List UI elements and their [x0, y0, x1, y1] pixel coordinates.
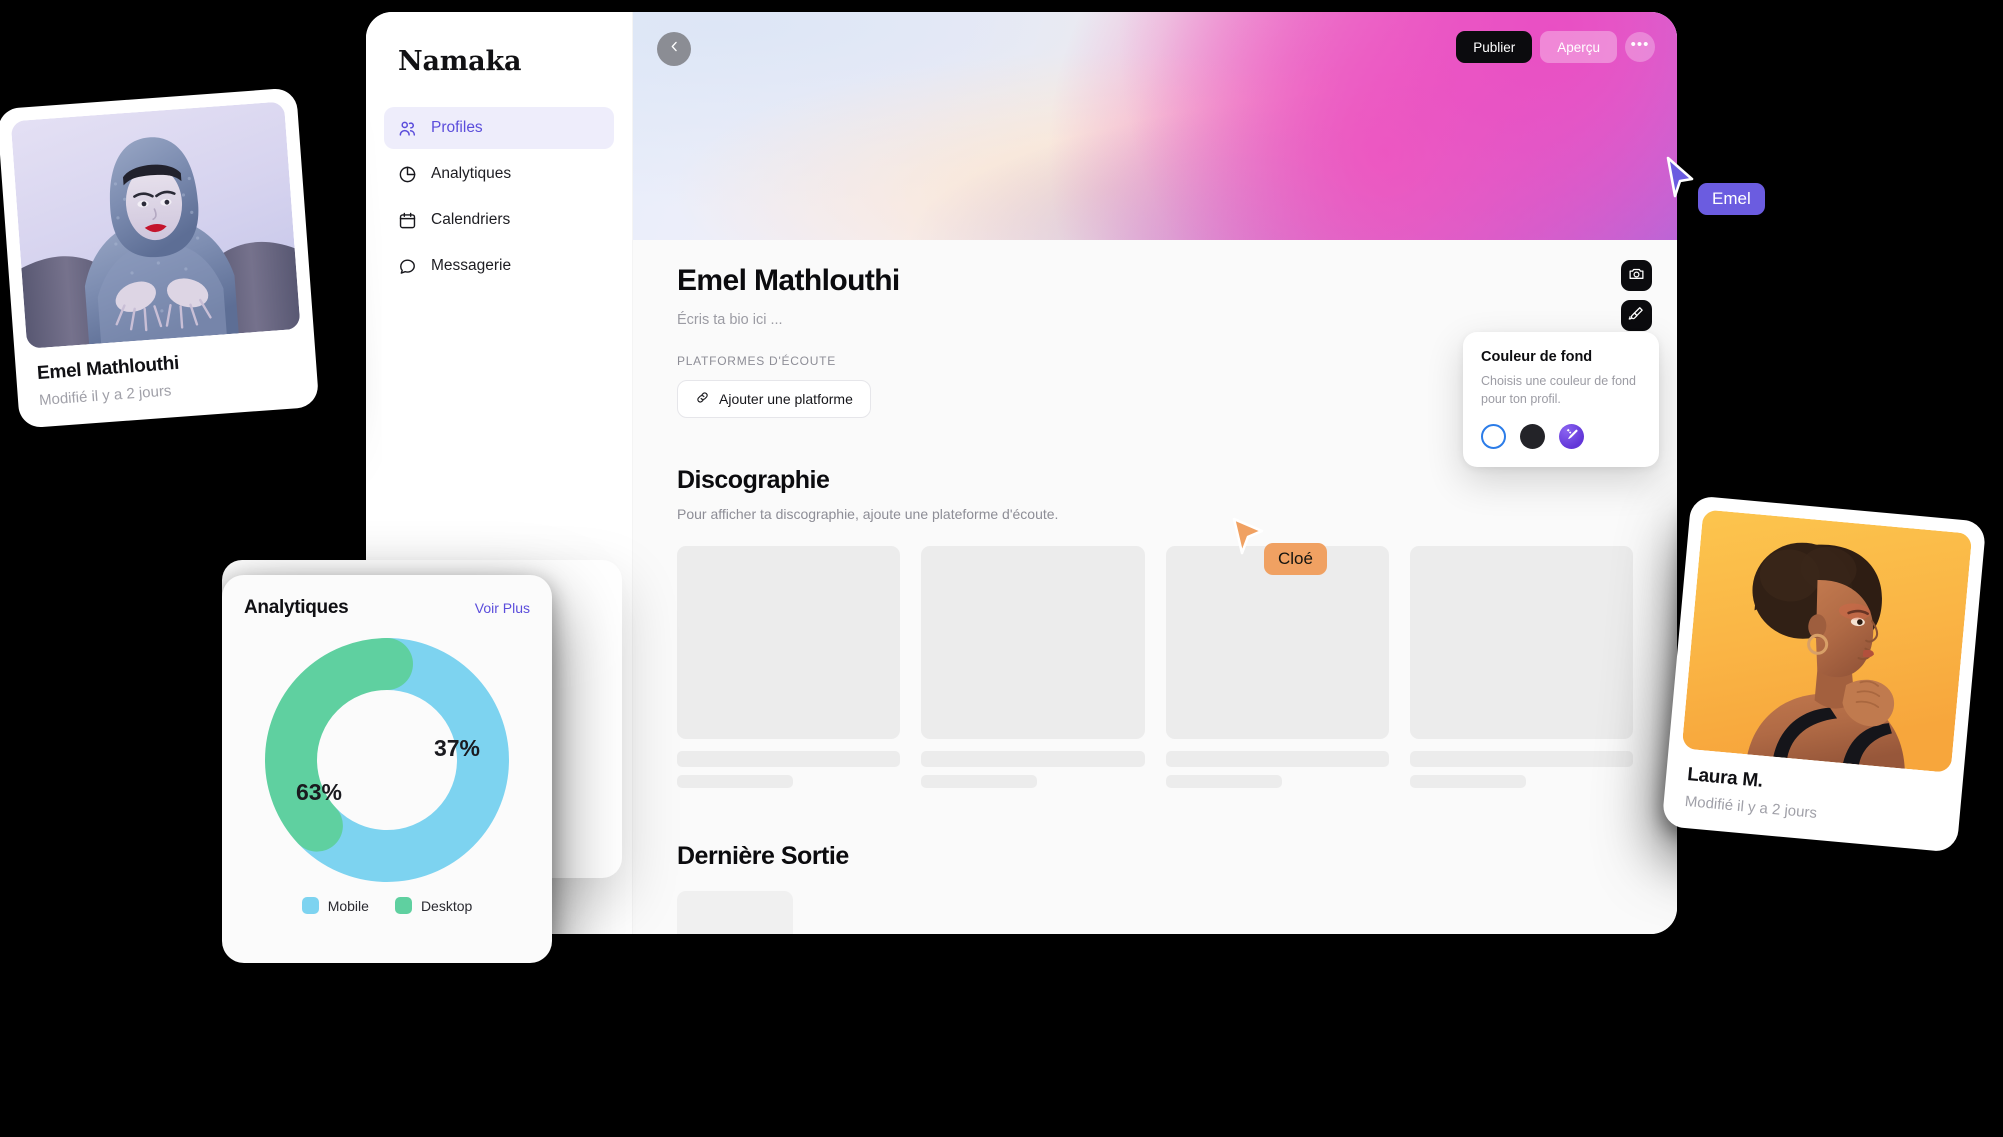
collaborator-cursor-cloe: Cloé: [1232, 517, 1327, 575]
users-icon: [398, 119, 417, 138]
latest-release-section: Dernière Sortie: [677, 842, 1633, 934]
donut-label-mobile: 63%: [296, 779, 342, 805]
donut-chart: 37% 63%: [244, 625, 530, 895]
sidebar-item-label: Profiles: [431, 119, 483, 136]
collaborator-cursor-emel: Emel: [1662, 156, 1765, 215]
album-art-skeleton: [921, 546, 1145, 739]
album-title-skeleton: [921, 751, 1145, 767]
pie-chart-icon: [398, 165, 417, 184]
legend-label: Mobile: [327, 897, 369, 914]
legend-item-desktop: Desktop: [394, 897, 473, 914]
album-placeholder-card: [1409, 546, 1633, 788]
preview-button[interactable]: Aperçu: [1540, 31, 1617, 63]
profile-card-photo: [1681, 509, 1973, 773]
change-background-color-button[interactable]: [1621, 300, 1652, 331]
album-placeholder-card: [677, 546, 901, 788]
magic-swatch[interactable]: [1559, 423, 1584, 449]
sidebar-item-messagerie[interactable]: Messagerie: [384, 245, 614, 287]
album-placeholder-card: [1165, 546, 1389, 788]
album-meta-skeleton: [677, 775, 794, 788]
discography-section: Discographie Pour afficher ta discograph…: [677, 466, 1633, 788]
add-platform-button[interactable]: Ajouter une platforme: [677, 380, 871, 418]
popover-title: Couleur de fond: [1481, 349, 1593, 365]
album-title-skeleton: [677, 751, 901, 767]
publish-button[interactable]: Publier: [1456, 31, 1533, 63]
sidebar-item-label: Calendriers: [431, 211, 511, 228]
donut-chart-svg: 37% 63%: [265, 638, 509, 882]
change-photo-button[interactable]: [1621, 260, 1652, 291]
profile-cover-banner: Publier Aperçu •••: [633, 12, 1677, 240]
album-title-skeleton: [1165, 751, 1389, 767]
profile-card-laura[interactable]: Laura M. Modifié il y a 2 jours: [1661, 495, 1987, 853]
sidebar-item-profiles[interactable]: Profiles: [384, 107, 614, 149]
sidebar-item-label: Analytiques: [431, 165, 512, 182]
popover-description: Choisis une couleur de fond pour ton pro…: [1481, 374, 1636, 406]
analytics-card-header: Analytiques Voir Plus: [244, 597, 530, 619]
page-title: Emel Mathlouthi: [677, 264, 900, 297]
camera-icon: [1628, 265, 1645, 287]
legend-color-chip: [394, 897, 412, 914]
sparkle-wand-icon: [1565, 427, 1579, 446]
album-meta-skeleton: [921, 775, 1038, 788]
dark-swatch[interactable]: [1520, 423, 1545, 449]
legend-label: Desktop: [420, 897, 473, 914]
analytics-title: Analytiques: [244, 597, 349, 618]
sidebar-nav: Profiles Analytiques Calendriers Message…: [384, 107, 614, 287]
chevron-left-icon: [667, 39, 682, 59]
white-swatch[interactable]: [1481, 423, 1506, 449]
cursor-name-pill: Emel: [1698, 183, 1765, 215]
cursor-arrow-icon: [1232, 517, 1264, 555]
paintbrush-icon: [1628, 305, 1645, 327]
cursor-name-pill: Cloé: [1264, 543, 1327, 575]
album-art-skeleton: [677, 546, 901, 739]
latest-release-title: Dernière Sortie: [677, 842, 849, 870]
link-icon: [695, 390, 710, 408]
album-title-skeleton: [1409, 751, 1633, 767]
app-brand-title: Namaka: [398, 46, 522, 77]
legend-item-mobile: Mobile: [301, 897, 369, 914]
album-art-skeleton: [1409, 546, 1633, 739]
calendar-icon: [398, 211, 417, 230]
cursor-arrow-icon: [1666, 156, 1694, 198]
see-more-link[interactable]: Voir Plus: [475, 600, 530, 616]
sidebar-item-label: Messagerie: [431, 257, 512, 274]
sidebar-item-calendriers[interactable]: Calendriers: [384, 199, 614, 241]
back-button[interactable]: [657, 32, 691, 66]
legend-color-chip: [301, 897, 319, 914]
profile-card-photo: [10, 101, 301, 349]
color-swatch-list: [1481, 423, 1641, 449]
discography-title: Discographie: [677, 466, 830, 494]
profile-card-emel[interactable]: Emel Mathlouthi Modifié il y a 2 jours: [0, 87, 320, 429]
screenshot-canvas: Namaka Profiles Analytiques Calendriers …: [0, 0, 2003, 1137]
album-meta-skeleton: [1409, 775, 1526, 788]
discography-grid: [677, 546, 1633, 788]
hero-actions: Publier Aperçu •••: [1456, 31, 1655, 63]
analytics-card: Analytiques Voir Plus 37% 63% Mobile Des…: [222, 575, 552, 963]
album-placeholder-card: [921, 546, 1145, 788]
discography-subtitle: Pour afficher ta discographie, ajoute un…: [677, 506, 1059, 522]
background-color-popover: Couleur de fond Choisis une couleur de f…: [1463, 332, 1659, 467]
more-options-button[interactable]: •••: [1625, 32, 1655, 62]
latest-release-skeleton: [677, 891, 793, 934]
bio-placeholder-text[interactable]: Écris ta bio ici ...: [677, 312, 1633, 328]
chat-icon: [398, 257, 417, 276]
main-content: Publier Aperçu ••• Couleur de fond Chois…: [633, 12, 1677, 934]
sidebar-item-analytiques[interactable]: Analytiques: [384, 153, 614, 195]
album-meta-skeleton: [1165, 775, 1282, 788]
donut-label-desktop: 37%: [434, 735, 480, 761]
chart-legend: Mobile Desktop: [244, 897, 530, 914]
add-platform-label: Ajouter une platforme: [719, 391, 853, 407]
